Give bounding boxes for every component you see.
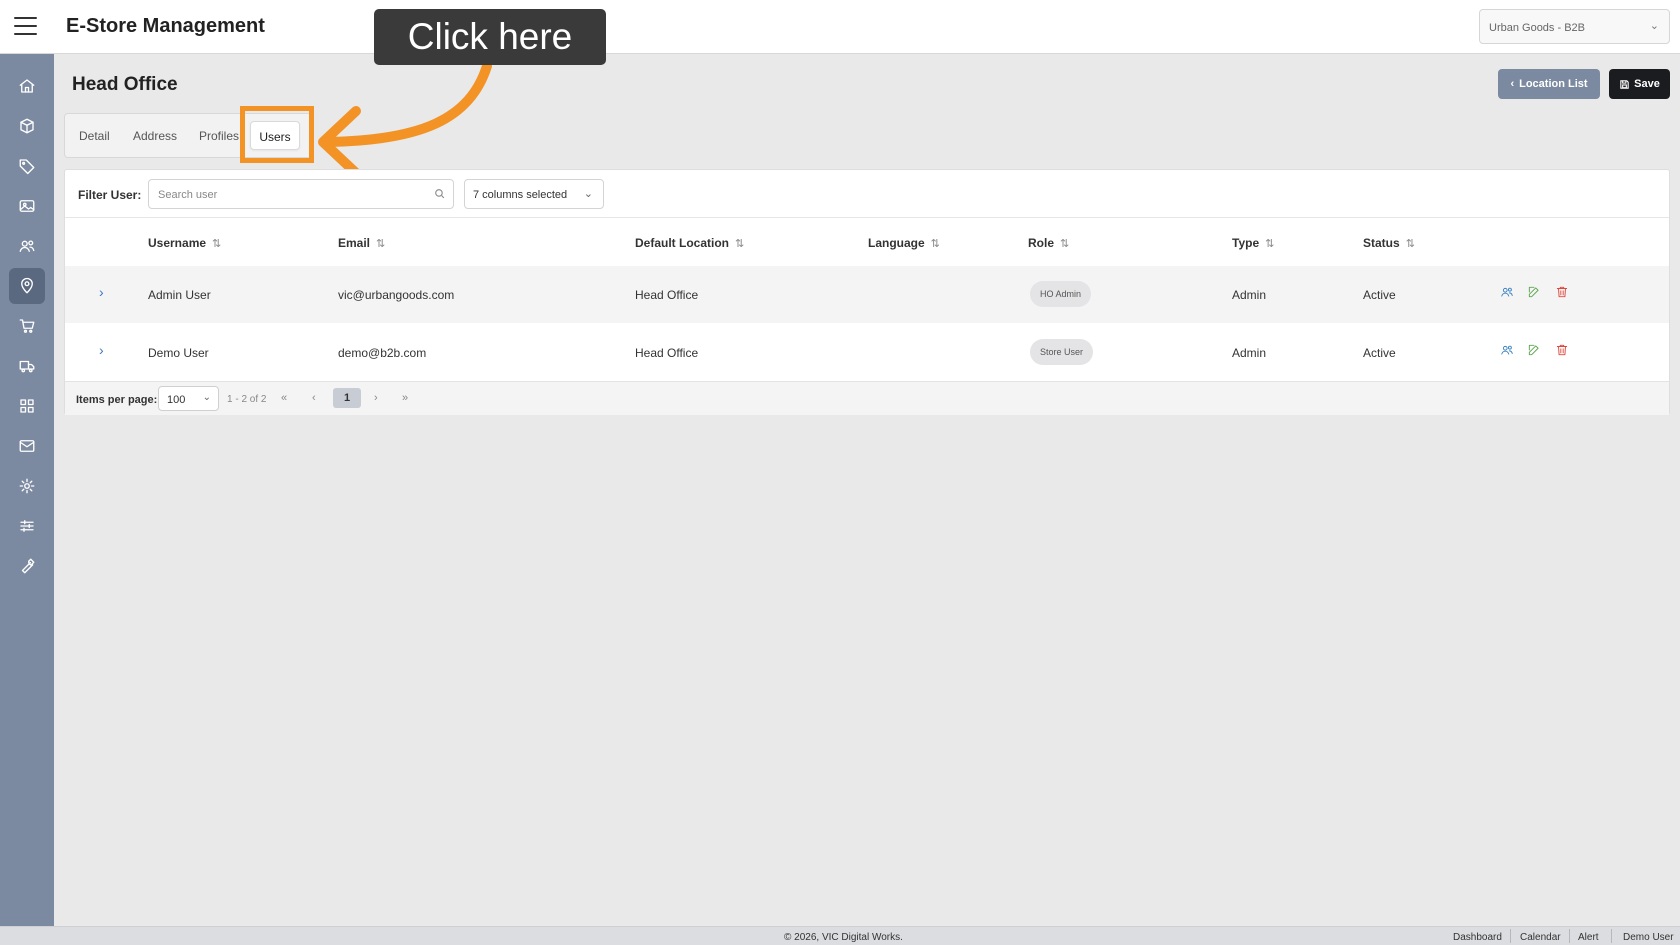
filter-user-label: Filter User:	[78, 188, 142, 202]
footer-link-dashboard[interactable]: Dashboard	[1453, 932, 1502, 943]
table-row[interactable]: › Demo User demo@b2b.com Head Office Sto…	[65, 324, 1669, 381]
table-row[interactable]: › Admin User vic@urbangoods.com Head Off…	[65, 266, 1669, 323]
app-title: E-Store Management	[66, 15, 265, 37]
divider	[1569, 929, 1570, 943]
sort-icon: ⇅	[930, 238, 940, 250]
column-header-email[interactable]: Email ⇅	[338, 236, 385, 250]
tab-profiles[interactable]: Profiles	[199, 129, 239, 143]
divider	[65, 217, 1669, 218]
pagination-bar: Items per page: 100 ⌄ 1 - 2 of 2 « ‹ 1 ›…	[65, 381, 1669, 415]
save-label: Save	[1634, 78, 1660, 90]
location-list-label: Location List	[1519, 78, 1588, 90]
cell-default-location: Head Office	[635, 288, 699, 302]
truck-icon[interactable]	[9, 348, 45, 384]
cell-status: Active	[1363, 288, 1396, 302]
chevron-left-icon: ‹	[1510, 78, 1515, 90]
floppy-disk-icon	[1620, 79, 1629, 89]
sidebar	[0, 54, 54, 926]
cell-status: Active	[1363, 346, 1396, 360]
box-icon[interactable]	[9, 108, 45, 144]
current-page[interactable]: 1	[333, 388, 361, 408]
sort-icon: ⇅	[1060, 238, 1070, 250]
divider	[1510, 929, 1511, 943]
column-header-default-location[interactable]: Default Location ⇅	[635, 236, 744, 250]
column-header-username[interactable]: Username ⇅	[148, 236, 221, 250]
page-title: Head Office	[72, 74, 178, 95]
image-icon[interactable]	[9, 188, 45, 224]
store-selector[interactable]: Urban Goods - B2B ⌄	[1479, 9, 1670, 44]
location-list-button[interactable]: ‹ Location List	[1498, 69, 1600, 99]
location-pin-icon[interactable]	[9, 268, 45, 304]
divider	[1611, 929, 1612, 943]
tag-icon[interactable]	[9, 148, 45, 184]
items-per-page-value: 100	[167, 394, 186, 406]
columns-select[interactable]: 7 columns selected ⌄	[464, 179, 604, 209]
column-header-type[interactable]: Type ⇅	[1232, 236, 1274, 250]
cell-username: Demo User	[148, 346, 209, 360]
footer-link-alert[interactable]: Alert	[1578, 932, 1599, 943]
chevron-down-icon: ⌄	[583, 188, 593, 200]
search-icon	[435, 189, 445, 199]
prev-page-icon[interactable]: ‹	[312, 392, 316, 404]
footer-link-user[interactable]: Demo User	[1623, 932, 1674, 943]
next-page-icon[interactable]: ›	[374, 392, 378, 404]
chevron-down-icon: ⌄	[1649, 20, 1659, 32]
cell-type: Admin	[1232, 346, 1267, 360]
sort-icon: ⇅	[1405, 238, 1415, 250]
grid-icon[interactable]	[9, 388, 45, 424]
wrench-icon[interactable]	[9, 548, 45, 584]
edit-icon[interactable]	[1527, 285, 1541, 299]
gear-icon[interactable]	[9, 468, 45, 504]
last-page-icon[interactable]: »	[402, 392, 408, 404]
mail-icon[interactable]	[9, 428, 45, 464]
delete-icon[interactable]	[1555, 285, 1569, 299]
save-button[interactable]: Save	[1609, 69, 1670, 99]
users-panel: Filter User: Search user 7 columns selec…	[64, 169, 1670, 415]
items-per-page-select[interactable]: 100 ⌄	[158, 386, 219, 411]
cell-email: vic@urbangoods.com	[338, 288, 455, 302]
role-badge: HO Admin	[1030, 281, 1092, 307]
items-per-page-label: Items per page:	[76, 394, 158, 406]
cell-email: demo@b2b.com	[338, 346, 427, 360]
copyright: © 2026, VIC Digital Works.	[784, 932, 903, 943]
tab-detail[interactable]: Detail	[79, 129, 110, 143]
search-input[interactable]: Search user	[148, 179, 454, 209]
first-page-icon[interactable]: «	[281, 392, 287, 404]
click-here-callout: Click here	[374, 9, 606, 65]
top-bar: E-Store Management Urban Goods - B2B ⌄	[0, 0, 1680, 54]
column-header-role[interactable]: Role ⇅	[1028, 236, 1069, 250]
tab-address[interactable]: Address	[133, 129, 177, 143]
sort-icon: ⇅	[212, 238, 222, 250]
sort-icon: ⇅	[376, 238, 386, 250]
footer-link-calendar[interactable]: Calendar	[1520, 932, 1561, 943]
highlight-box	[240, 106, 314, 163]
search-placeholder: Search user	[158, 189, 218, 201]
assign-users-icon[interactable]	[1500, 343, 1514, 357]
cell-username: Admin User	[148, 288, 211, 302]
sliders-icon[interactable]	[9, 508, 45, 544]
expand-row-icon[interactable]: ›	[99, 284, 104, 300]
sort-icon: ⇅	[735, 238, 745, 250]
expand-row-icon[interactable]: ›	[99, 342, 104, 358]
sort-icon: ⇅	[1265, 238, 1275, 250]
store-selector-value: Urban Goods - B2B	[1489, 22, 1585, 34]
chevron-down-icon: ⌄	[202, 392, 211, 403]
delete-icon[interactable]	[1555, 343, 1569, 357]
hamburger-menu-icon[interactable]	[14, 17, 37, 35]
columns-selected-value: 7 columns selected	[473, 189, 568, 201]
users-icon[interactable]	[9, 228, 45, 264]
cell-type: Admin	[1232, 288, 1267, 302]
edit-icon[interactable]	[1527, 343, 1541, 357]
column-header-language[interactable]: Language ⇅	[868, 236, 940, 250]
home-icon[interactable]	[9, 68, 45, 104]
cell-default-location: Head Office	[635, 346, 699, 360]
cart-icon[interactable]	[9, 308, 45, 344]
page-range: 1 - 2 of 2	[227, 394, 267, 405]
assign-users-icon[interactable]	[1500, 285, 1514, 299]
column-header-status[interactable]: Status ⇅	[1363, 236, 1415, 250]
status-bar: © 2026, VIC Digital Works. Dashboard Cal…	[0, 926, 1680, 945]
role-badge: Store User	[1030, 339, 1094, 365]
